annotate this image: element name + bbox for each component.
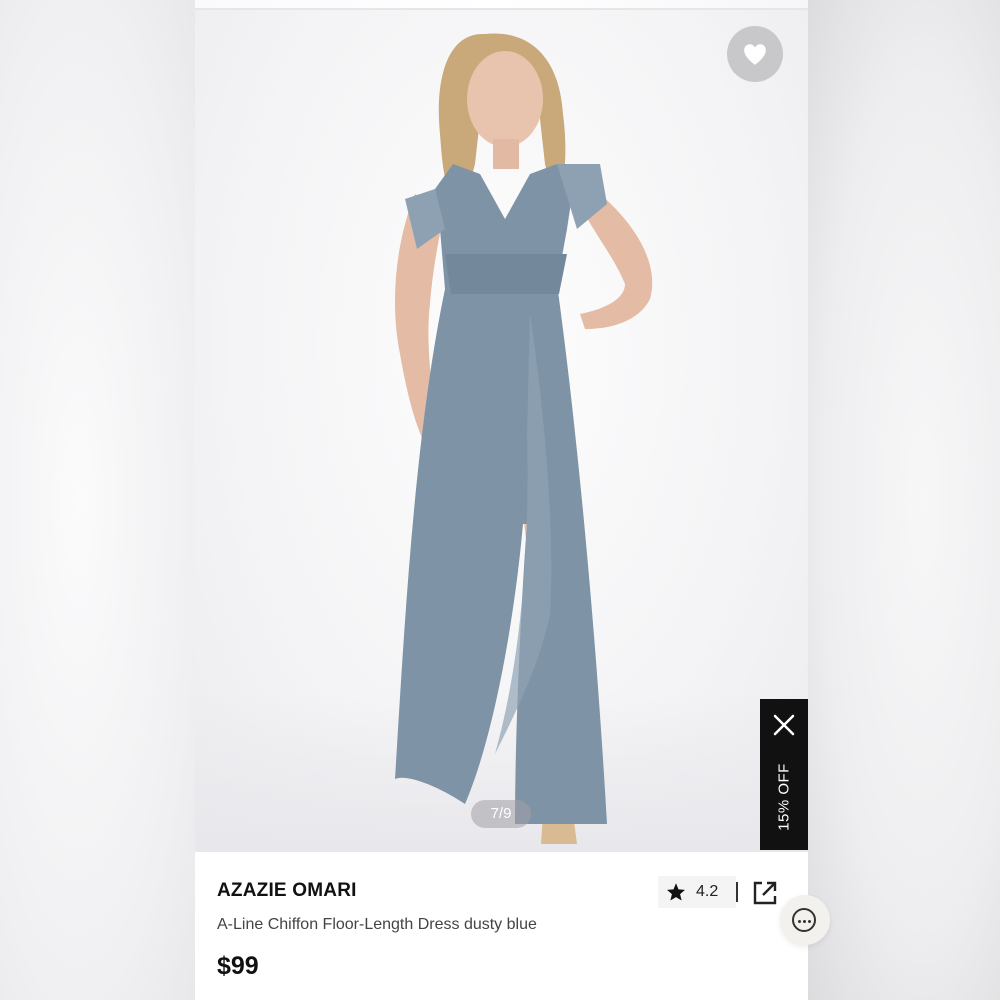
image-counter: 7/9 [471, 800, 531, 828]
rating-value: 4.2 [696, 883, 719, 900]
discount-banner[interactable]: 15% OFF [760, 699, 808, 850]
heart-icon [744, 44, 766, 65]
product-image[interactable]: 7/9 15% OFF [195, 10, 808, 852]
product-info: AZAZIE OMARI A-Line Chiffon Floor-Length… [195, 852, 808, 1000]
rating-badge[interactable]: 4.2 [658, 876, 736, 908]
star-icon [667, 883, 685, 901]
rating-divider [736, 882, 738, 902]
product-name[interactable]: A-Line Chiffon Floor-Length Dress dusty … [217, 916, 537, 934]
favorite-button[interactable] [727, 26, 783, 82]
close-icon[interactable] [772, 713, 796, 737]
chat-icon [792, 908, 816, 932]
product-price: $99 [217, 952, 259, 980]
discount-label: 15% OFF [775, 763, 793, 831]
background-left [0, 0, 195, 1000]
share-icon[interactable] [752, 880, 778, 906]
brand-title[interactable]: AZAZIE OMARI [217, 880, 357, 902]
background-right [808, 0, 1000, 1000]
model-illustration [395, 33, 653, 844]
product-card: 7/9 15% OFF AZAZIE OMARI A-Line Chiffon … [195, 8, 808, 1000]
chat-button[interactable] [780, 895, 830, 945]
